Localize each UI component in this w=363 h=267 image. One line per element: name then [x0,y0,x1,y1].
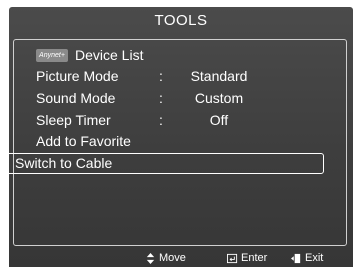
move-hint: Move [145,250,186,267]
up-down-arrows-icon [146,253,155,264]
menu-item-label: Switch to Cable [15,155,113,171]
menu-item-device-list[interactable]: Anynet+ Device List [14,45,346,66]
enter-hint: Enter [227,250,267,267]
tools-osd-panel: TOOLS Anynet+ Device List Picture Mode :… [0,7,353,267]
menu-item-switch-to-cable[interactable]: Switch to Cable [0,153,324,174]
menu-item-label: Sound Mode [36,90,116,106]
menu-item-add-to-favorite[interactable]: Add to Favorite [14,131,346,152]
menu-title: TOOLS [154,12,208,29]
enter-icon [227,253,238,264]
enter-label: Enter [241,252,268,264]
footer-hints: Move Enter Exit [9,250,353,267]
menu-item-label: Add to Favorite [36,133,131,149]
menu-item-value: Custom [194,90,244,106]
move-label: Move [159,252,186,264]
exit-hint: Exit [291,250,323,267]
menu-frame: Anynet+ Device List Picture Mode : Stand… [0,39,347,246]
exit-icon [291,253,301,264]
menu-item-label: Picture Mode [36,68,119,84]
exit-label: Exit [305,252,324,264]
menu-item-colon: : [159,68,163,84]
menu-item-colon: : [159,112,163,128]
menu-item-label: Device List [75,47,144,63]
menu-item-sound-mode[interactable]: Sound Mode : Custom [14,88,346,109]
menu-item-sleep-timer[interactable]: Sleep Timer : Off [14,110,346,131]
menu-item-colon: : [159,90,163,106]
menu-item-label: Sleep Timer [36,112,111,128]
menu-item-value: Standard [190,68,248,84]
menu-item-picture-mode[interactable]: Picture Mode : Standard [14,66,346,87]
menu-item-value: Off [209,112,229,128]
anynet-logo-icon: Anynet+ [36,49,68,62]
